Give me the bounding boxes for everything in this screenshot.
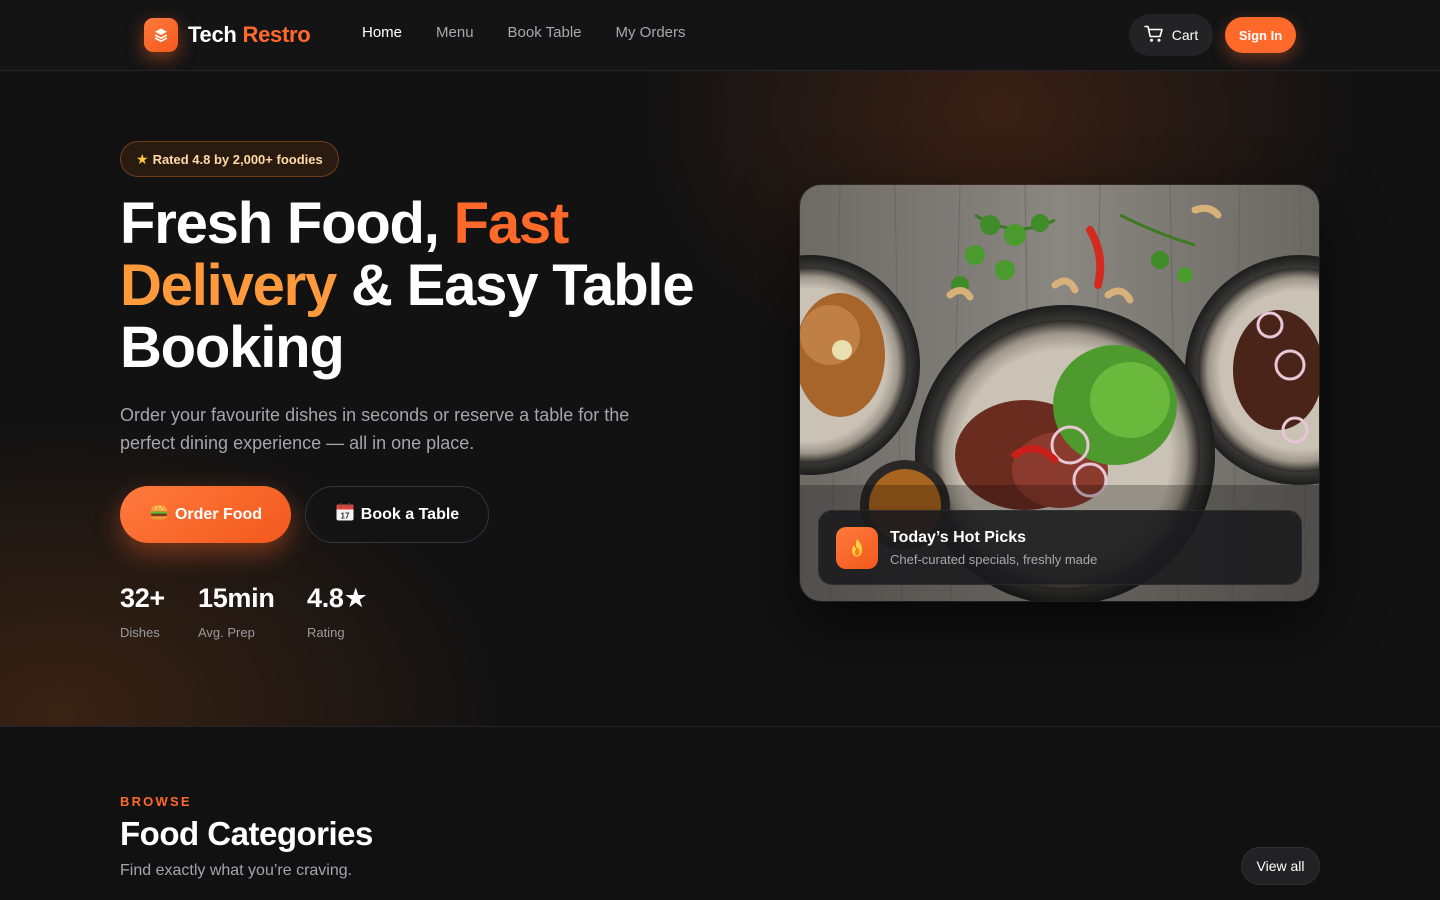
- hero-subtitle: Order your favourite dishes in seconds o…: [120, 405, 630, 453]
- stat-label: Rating: [307, 625, 345, 640]
- nav-link-home[interactable]: Home: [362, 24, 402, 41]
- sign-in-button[interactable]: Sign In: [1225, 17, 1296, 53]
- hot-picks-text: Today’s Hot Picks Chef-curated specials,…: [890, 529, 1097, 567]
- view-all-button[interactable]: View all: [1241, 847, 1320, 885]
- stat-label: Dishes: [120, 625, 160, 640]
- stat-dishes: 32+ Dishes: [120, 583, 165, 640]
- burger-emoji-icon: [149, 503, 169, 526]
- cart-icon: [1143, 25, 1164, 46]
- brand-name-primary: Tech: [188, 22, 237, 47]
- headline-part-fast: Fast: [453, 191, 570, 256]
- calendar-emoji-icon: 17: [335, 502, 355, 527]
- rating-badge: ★ Rated 4.8 by 2,000+ foodies: [120, 141, 339, 177]
- section-subtitle: Find exactly what you’re craving.: [120, 862, 353, 879]
- svg-text:17: 17: [340, 512, 349, 521]
- stat-value: 15min: [198, 583, 275, 613]
- main-nav: Home Menu Book Table My Orders: [362, 24, 686, 41]
- star-icon: ★: [136, 150, 149, 167]
- stat-rating: 4.8★ Rating: [307, 583, 368, 640]
- stat-avg-prep: 15min Avg. Prep: [198, 583, 275, 640]
- section-eyebrow: BROWSE: [120, 794, 192, 809]
- headline-part-delivery: Delivery: [120, 253, 337, 318]
- top-navbar: Tech Restro Home Menu Book Table My Order…: [0, 0, 1440, 71]
- nav-link-book-table[interactable]: Book Table: [508, 24, 582, 41]
- hero-food-image-card: Today’s Hot Picks Chef-curated specials,…: [799, 184, 1320, 602]
- hero-section: ★ Rated 4.8 by 2,000+ foodies Fresh Food…: [0, 71, 1440, 727]
- brand-name: Tech Restro: [188, 22, 311, 48]
- stat-value: 32+: [120, 583, 165, 613]
- hot-picks-subtitle: Chef-curated specials, freshly made: [890, 551, 1098, 567]
- brand-logo[interactable]: Tech Restro: [144, 18, 311, 52]
- fire-icon: [836, 526, 878, 569]
- stat-value: 4.8★: [307, 583, 368, 613]
- nav-link-menu[interactable]: Menu: [436, 24, 474, 41]
- order-food-button[interactable]: Order Food: [120, 486, 291, 543]
- brand-name-accent: Restro: [242, 22, 311, 47]
- stat-label: Avg. Prep: [198, 625, 255, 640]
- book-table-button[interactable]: 17 Book a Table: [305, 486, 489, 543]
- nav-link-my-orders[interactable]: My Orders: [616, 24, 686, 41]
- headline-part-1: Fresh Food,: [120, 191, 454, 256]
- cart-button[interactable]: Cart: [1129, 14, 1213, 56]
- section-title: Food Categories: [120, 815, 373, 852]
- logo-layers-icon: [144, 18, 178, 52]
- hot-picks-card[interactable]: Today’s Hot Picks Chef-curated specials,…: [818, 510, 1302, 585]
- book-table-label: Book a Table: [360, 505, 460, 523]
- cart-label: Cart: [1171, 27, 1199, 43]
- order-food-label: Order Food: [174, 505, 263, 523]
- rating-badge-text: Rated 4.8 by 2,000+ foodies: [152, 151, 323, 167]
- hot-picks-title: Today’s Hot Picks: [890, 528, 1027, 546]
- hero-headline: Fresh Food, Fast Delivery & Easy Table Bo…: [120, 193, 740, 379]
